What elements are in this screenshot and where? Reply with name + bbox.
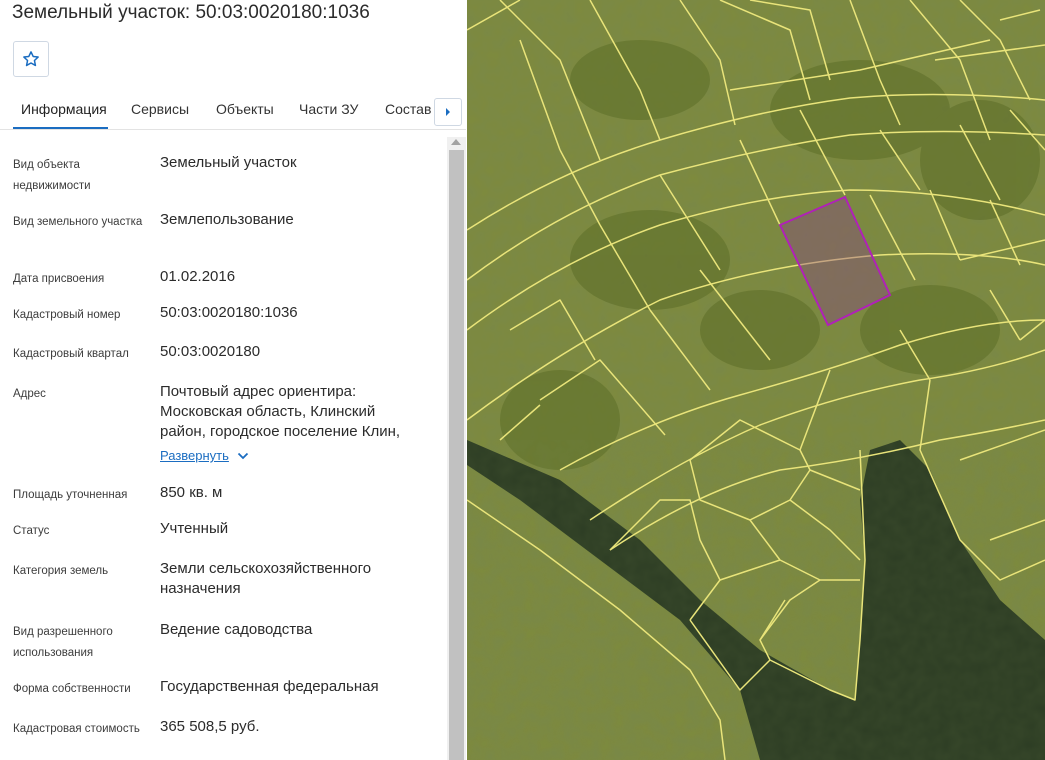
property-label: Дата присвоения — [13, 273, 105, 285]
caret-right-icon — [446, 108, 450, 116]
info-panel: Земельный участок: 50:03:0020180:1036 Ин… — [0, 0, 466, 760]
scroll-up-arrow[interactable] — [451, 139, 461, 145]
tab-parcel-parts[interactable]: Части ЗУ — [299, 101, 358, 117]
property-label: Кадастровый номер — [13, 309, 121, 321]
tab-objects[interactable]: Объекты — [216, 101, 274, 117]
property-value: Земли сельскохозяйственного назначения — [160, 560, 372, 597]
property-label: Категория земель — [13, 565, 109, 577]
tab-information[interactable]: Информация — [21, 101, 107, 117]
property-label: Форма собственности — [13, 683, 131, 695]
property-label: Вид объекта недвижимости — [13, 159, 91, 192]
tabs-scroll-right-button[interactable] — [434, 98, 462, 126]
cadastral-number-value: 50:03:0020180:1036 — [160, 304, 298, 321]
property-label: Кадастровая стоимость — [13, 723, 140, 735]
property-value: 50:03:0020180 — [160, 343, 261, 360]
property-value: Ведение садоводства — [160, 621, 313, 638]
property-label: Вид земельного участка — [13, 216, 143, 228]
favorite-button[interactable] — [13, 41, 49, 77]
property-label: Вид разрешенного использования — [13, 626, 113, 659]
tab-services[interactable]: Сервисы — [131, 101, 189, 117]
chevron-down-icon[interactable] — [237, 452, 249, 460]
property-value: Земельный участок — [160, 154, 297, 171]
expand-control: Развернуть — [160, 446, 436, 466]
address-value: Почтовый адрес ориентира: Московская обл… — [160, 382, 436, 466]
active-tab-indicator — [13, 127, 108, 129]
property-value: Землепользование — [160, 211, 294, 228]
property-label: Статус — [13, 525, 50, 537]
page-title: Земельный участок: 50:03:0020180:1036 — [12, 2, 370, 23]
property-value: 01.02.2016 — [160, 268, 236, 285]
property-label: Адрес — [13, 388, 46, 400]
tab-bar: Информация Сервисы Объекты Части ЗУ Сост… — [0, 90, 466, 130]
tab-composition[interactable]: Состав — [385, 101, 431, 117]
property-label: Площадь уточненная — [13, 489, 128, 501]
cadastral-value-amount: 365 508,5 руб. — [160, 718, 260, 735]
scrollbar-thumb[interactable] — [449, 150, 464, 760]
satellite-map[interactable] — [467, 0, 1045, 760]
status-value: Учтенный — [160, 520, 229, 537]
forest-texture — [467, 440, 1045, 760]
map-view[interactable] — [467, 0, 1045, 760]
property-label: Кадастровый квартал — [13, 348, 129, 360]
property-value: Государственная федеральная — [160, 678, 379, 695]
star-outline-icon — [23, 51, 39, 67]
expand-link[interactable]: Развернуть — [160, 446, 229, 466]
property-value: 850 кв. м — [160, 484, 223, 501]
address-text: Почтовый адрес ориентира: Московская обл… — [160, 383, 401, 440]
